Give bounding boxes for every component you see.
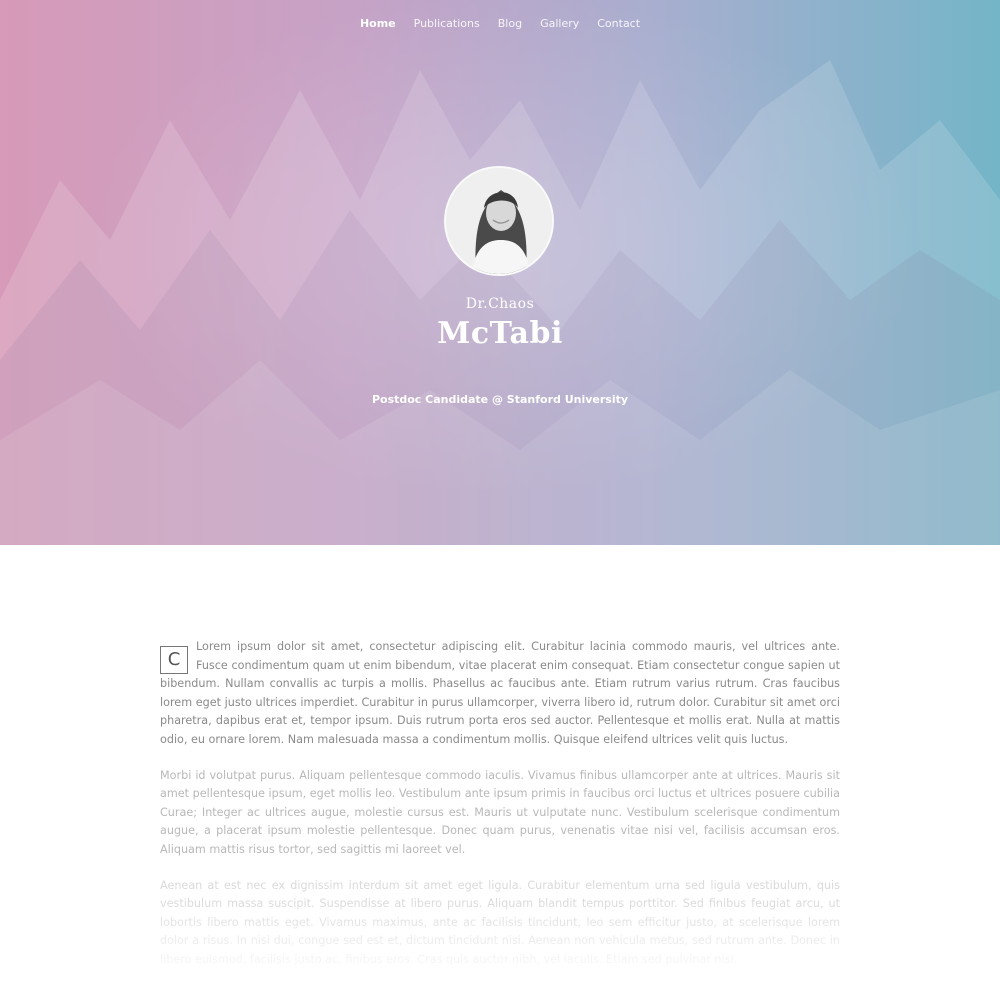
nav-gallery[interactable]: Gallery (531, 16, 588, 32)
person-portrait-icon (446, 168, 552, 274)
paragraph-2: Morbi id volutpat purus. Aliquam pellent… (160, 768, 840, 856)
paragraph-1-text: Lorem ipsum dolor sit amet, consectetur … (160, 640, 840, 746)
dropcap: C (160, 646, 188, 674)
nav-publications[interactable]: Publications (405, 16, 489, 32)
profile-last-name: McTabi (437, 316, 563, 351)
paragraph-1: C Lorem ipsum dolor sit amet, consectetu… (160, 638, 840, 750)
main-content: C Lorem ipsum dolor sit amet, consectetu… (160, 638, 840, 987)
nav-home[interactable]: Home (351, 16, 405, 32)
hero-banner: Home Publications Blog Gallery Contact D… (0, 0, 1000, 545)
profile-tagline: Postdoc Candidate @ Stanford University (371, 393, 629, 406)
profile-first-name: Dr.Chaos (465, 296, 535, 312)
paragraph-3: Aenean at est nec ex dignissim interdum … (160, 878, 840, 966)
nav-contact[interactable]: Contact (588, 16, 649, 32)
profile-avatar (444, 166, 554, 276)
main-nav: Home Publications Blog Gallery Contact (0, 16, 1000, 32)
nav-blog[interactable]: Blog (489, 16, 531, 32)
